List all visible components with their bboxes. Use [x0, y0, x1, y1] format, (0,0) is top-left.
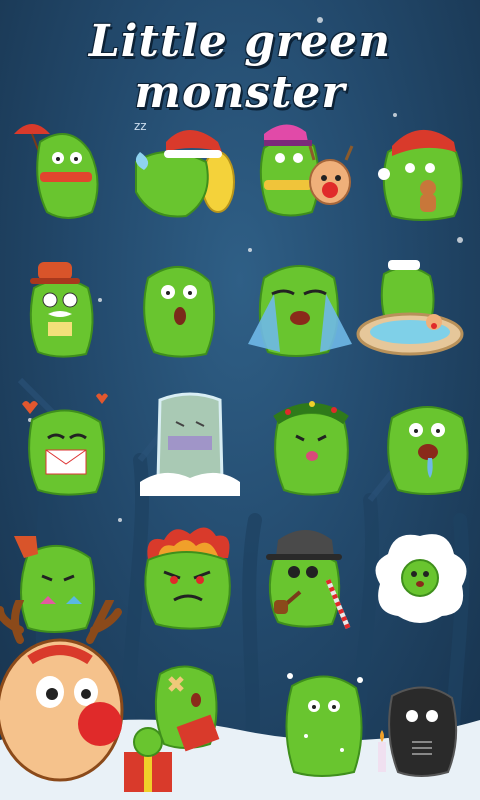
sticker-crying-monster[interactable] — [244, 248, 356, 360]
sticker-gentleman-monster[interactable] — [252, 520, 364, 632]
sticker-hot-tub-monster[interactable] — [352, 248, 464, 360]
sticker-sleeping-santa-monster[interactable]: zz — [126, 112, 238, 224]
santa-hat-icon — [166, 130, 222, 152]
candle-icon — [378, 730, 386, 772]
sticker-cap-monster-with-reindeer[interactable] — [250, 112, 362, 224]
sticker-snowy-monster[interactable] — [270, 666, 382, 778]
sticker-snow-cloud-monster[interactable] — [364, 524, 476, 636]
sticker-surprised-monster[interactable] — [126, 248, 238, 360]
sticker-birthday-dark-monster[interactable] — [368, 672, 480, 784]
hat-icon — [30, 262, 80, 284]
sticker-mustache-hat-monster[interactable] — [12, 248, 124, 360]
wallpaper-stage: Little green monster zz — [0, 0, 480, 800]
sticker-angry-fire-monster[interactable] — [134, 520, 246, 632]
sticker-love-letter-monster[interactable] — [12, 386, 124, 498]
gingerbread-icon — [420, 180, 436, 212]
sticker-umbrella-monster[interactable] — [12, 112, 124, 224]
sleep-zzz: zz — [134, 119, 147, 133]
hot-tub-icon — [356, 312, 464, 356]
sticker-drooling-monster[interactable] — [376, 386, 480, 498]
sticker-santa-gingerbread-monster[interactable] — [370, 112, 480, 224]
sticker-frozen-monster[interactable] — [134, 386, 246, 498]
sticker-wreath-monster[interactable] — [256, 386, 368, 498]
sock-icon — [14, 536, 38, 558]
app-title: Little green monster — [88, 16, 392, 118]
reindeer-character — [0, 600, 124, 782]
